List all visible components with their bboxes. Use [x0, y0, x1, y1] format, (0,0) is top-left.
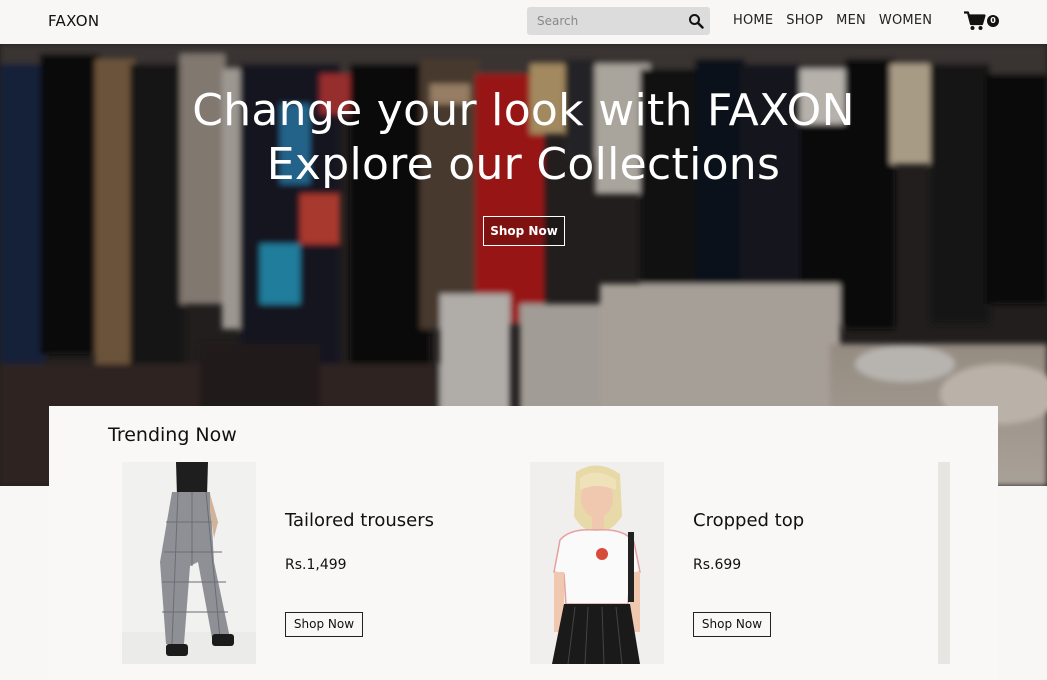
- product-shop-now-button[interactable]: Shop Now: [285, 612, 363, 637]
- search-box: [527, 7, 710, 35]
- product-card[interactable]: Tailored trousers Rs.1,499 Shop Now: [122, 462, 522, 664]
- cart-count-badge: 0: [987, 15, 999, 27]
- hero-heading-line-2: Explore our Collections: [266, 139, 781, 190]
- nav-men[interactable]: MEN: [836, 13, 866, 28]
- cart-button[interactable]: 0: [964, 11, 1000, 31]
- product-card[interactable]: Cropped top Rs.699 Shop Now: [530, 462, 930, 664]
- cart-icon: [964, 11, 986, 30]
- product-image-cropped-top[interactable]: [530, 462, 664, 664]
- nav-home[interactable]: HOME: [733, 13, 773, 28]
- search-input[interactable]: [527, 7, 677, 35]
- search-icon[interactable]: [688, 13, 704, 29]
- nav-shop[interactable]: SHOP: [786, 13, 823, 28]
- product-name: Cropped top: [693, 510, 805, 531]
- product-shop-now-button[interactable]: Shop Now: [693, 612, 771, 637]
- hero-heading-line-1: Change your look with FAXON: [192, 85, 855, 136]
- product-price: Rs.1,499: [285, 557, 347, 573]
- brand-logo[interactable]: FAXON: [48, 12, 99, 30]
- hero-shop-now-button[interactable]: Shop Now: [483, 216, 565, 246]
- next-product-peek: [938, 462, 950, 664]
- trending-section: Trending Now Tailored trousers Rs.1,499 …: [49, 406, 998, 680]
- product-price: Rs.699: [693, 557, 742, 573]
- trending-title: Trending Now: [108, 424, 237, 446]
- hero-heading: Change your look with FAXON Explore our …: [0, 84, 1047, 192]
- nav-women[interactable]: WOMEN: [879, 13, 932, 28]
- product-image-trousers[interactable]: [122, 462, 256, 664]
- nav-links: HOME SHOP MEN WOMEN: [733, 13, 932, 28]
- product-name: Tailored trousers: [285, 510, 435, 531]
- top-navbar: FAXON HOME SHOP MEN WOMEN 0: [0, 0, 1047, 44]
